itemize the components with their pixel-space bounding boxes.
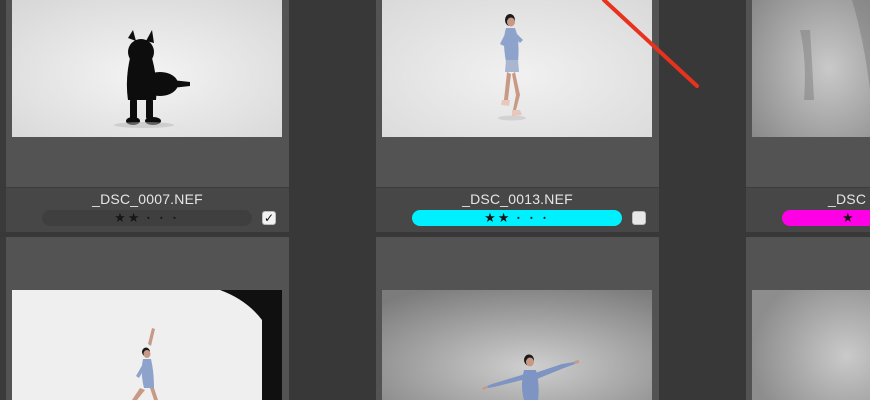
star-icon: ★★	[114, 210, 142, 225]
column-gutter	[659, 0, 746, 400]
star-rating[interactable]: ★★ • • •	[42, 210, 252, 226]
thumbnail-label-bar: _DSC_0013.NEF ★★ • • •	[376, 187, 659, 232]
thumbnail-cell-5[interactable]	[376, 237, 659, 400]
photo-thumbnail[interactable]	[12, 290, 282, 400]
thumbnail-cell-4[interactable]	[6, 237, 289, 400]
thumbnail-label-bar: _DSC ★	[746, 187, 870, 232]
thumbnail-label-bar: _DSC_0007.NEF ★★ • • • ✓	[6, 187, 289, 232]
photo-thumbnail[interactable]	[382, 290, 652, 400]
select-checkbox[interactable]	[632, 211, 646, 225]
photo-thumbnail[interactable]	[12, 0, 282, 137]
select-checkbox[interactable]: ✓	[262, 211, 276, 225]
photo-thumbnail[interactable]	[752, 0, 870, 137]
column-gutter	[289, 0, 376, 400]
photo-thumbnail[interactable]	[382, 0, 652, 137]
thumbnail-cell-2[interactable]: _DSC_0013.NEF ★★ • • •	[376, 0, 659, 232]
filename-label: _DSC_0013.NEF	[462, 191, 573, 207]
thumbnail-cell-1[interactable]: _DSC_0007.NEF ★★ • • • ✓	[6, 0, 289, 232]
empty-rating-dots: • • •	[147, 213, 180, 223]
empty-rating-dots: • • •	[517, 213, 550, 223]
thumbnail-cell-3[interactable]: _DSC ★	[746, 0, 870, 232]
photo-thumbnail[interactable]	[752, 290, 870, 400]
star-rating[interactable]: ★	[782, 210, 870, 226]
star-icon: ★	[842, 210, 856, 225]
star-icon: ★★	[484, 210, 512, 225]
filename-label: _DSC	[828, 191, 867, 207]
filename-label: _DSC_0007.NEF	[92, 191, 203, 207]
thumbnail-grid: _DSC_0007.NEF ★★ • • • ✓ _DSC_0013.NEF ★…	[0, 0, 870, 400]
star-rating[interactable]: ★★ • • •	[412, 210, 622, 226]
thumbnail-cell-6[interactable]	[746, 237, 870, 400]
